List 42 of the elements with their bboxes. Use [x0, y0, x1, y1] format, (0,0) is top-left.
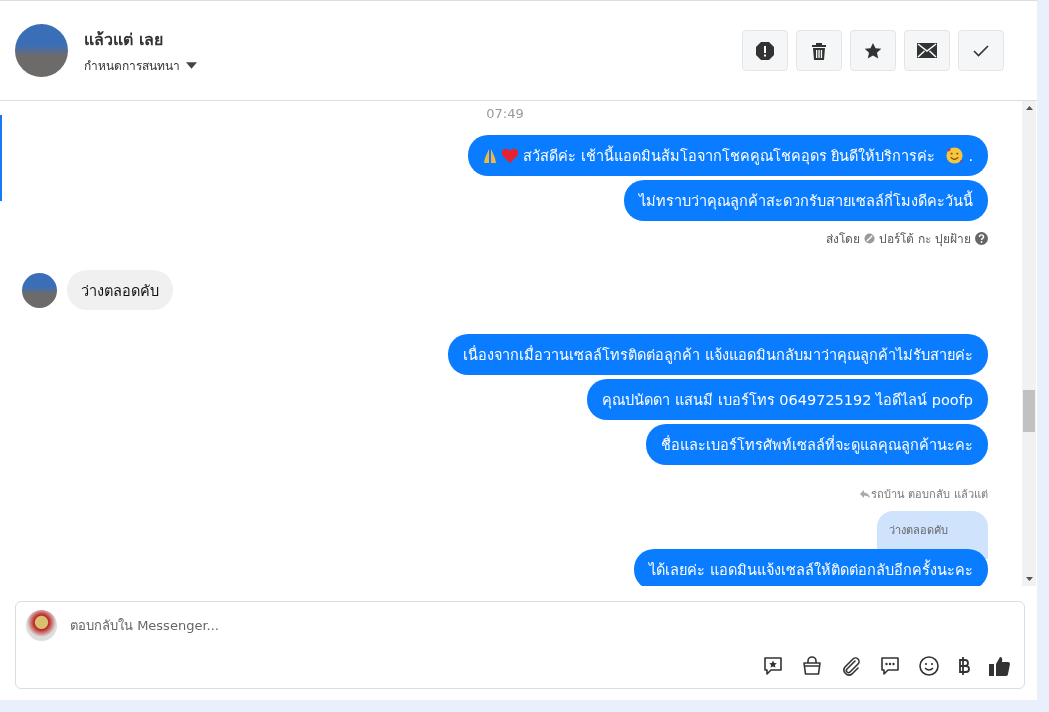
- caret-icon: [186, 61, 197, 69]
- message-text: คุณปนัดดา แสนมี เบอร์โทร 0649725192 ไอดีไลน์ poofp: [602, 391, 973, 411]
- sent-by-label: ส่งโดย: [826, 231, 861, 248]
- scroll-up-arrow-icon[interactable]: [1025, 106, 1033, 110]
- checkmark-button[interactable]: [958, 30, 1004, 71]
- reply-label: รถบ้าน ตอบกลับ แล้วแต่: [871, 487, 988, 503]
- timestamp: 07:49: [486, 106, 524, 121]
- alert-button[interactable]: [742, 30, 788, 71]
- help-icon: [975, 232, 988, 245]
- sender-name: ปอร์โต้ กะ ปุยฝ้าย: [879, 231, 971, 248]
- baht-icon[interactable]: [957, 656, 971, 676]
- block-icon: [864, 233, 876, 244]
- received-message-bubble: ว่างตลอดคับ: [67, 270, 173, 310]
- contact-name: แล้วแต่ เลย: [84, 28, 164, 51]
- contact-photo-placeholder: [22, 272, 57, 308]
- trash-icon: [811, 41, 827, 60]
- message-text: เนื่องจากเมื่อวานเซลล์โทรติดต่อลูกค้า แจ้งแอดมินกลับมาว่าคุณลูกค้าไม่รับสายค่ะ: [463, 344, 973, 366]
- star-button[interactable]: [850, 30, 896, 71]
- star-icon: [864, 41, 882, 60]
- conversation-settings-dropdown[interactable]: กำหนดการสนทนา: [84, 55, 742, 75]
- scroll-down-arrow-icon[interactable]: [1025, 577, 1033, 581]
- chat-bubble-icon[interactable]: [879, 655, 901, 677]
- message-text: .: [968, 147, 973, 164]
- paperclip-icon[interactable]: [840, 655, 862, 677]
- shopping-bag-icon[interactable]: [801, 655, 823, 677]
- thumbs-up-icon[interactable]: [988, 654, 1012, 678]
- profile-photo-placeholder: [15, 24, 68, 77]
- message-text: สวัสดีค่ะ เช้านี้แอดมินส้มโอจากโชคคูณโชคอุดร ยินดีให้บริการค่ะ: [523, 144, 936, 167]
- trash-button[interactable]: [796, 30, 842, 71]
- page-avatar-placeholder: [26, 610, 57, 641]
- envelope-icon: [917, 43, 937, 58]
- message-text: ชื่อและเบอร์โทรศัพท์เซลล์ที่จะดูแลคุณลูกค้านะคะ: [661, 434, 973, 456]
- envelope-button[interactable]: [904, 30, 950, 71]
- message-text: ไม่ทราบว่าคุณลูกค้าสะดวกรับสายเซลล์กี่โมงดีคะวันนี้: [639, 189, 973, 212]
- scrollbar[interactable]: [1022, 101, 1036, 586]
- emoji-icon[interactable]: [918, 655, 940, 677]
- checkmark-icon: [973, 44, 989, 57]
- message-text: ได้เลยค่ะ แอดมินแจ้งเซลล์ให้ติดต่อกลับอีกครั้งนะคะ: [649, 558, 973, 581]
- reply-arrow-icon: [860, 490, 870, 498]
- alert-icon: [755, 40, 775, 61]
- saved-reply-icon[interactable]: [762, 655, 784, 677]
- scrollbar-thumb[interactable]: [1023, 390, 1035, 432]
